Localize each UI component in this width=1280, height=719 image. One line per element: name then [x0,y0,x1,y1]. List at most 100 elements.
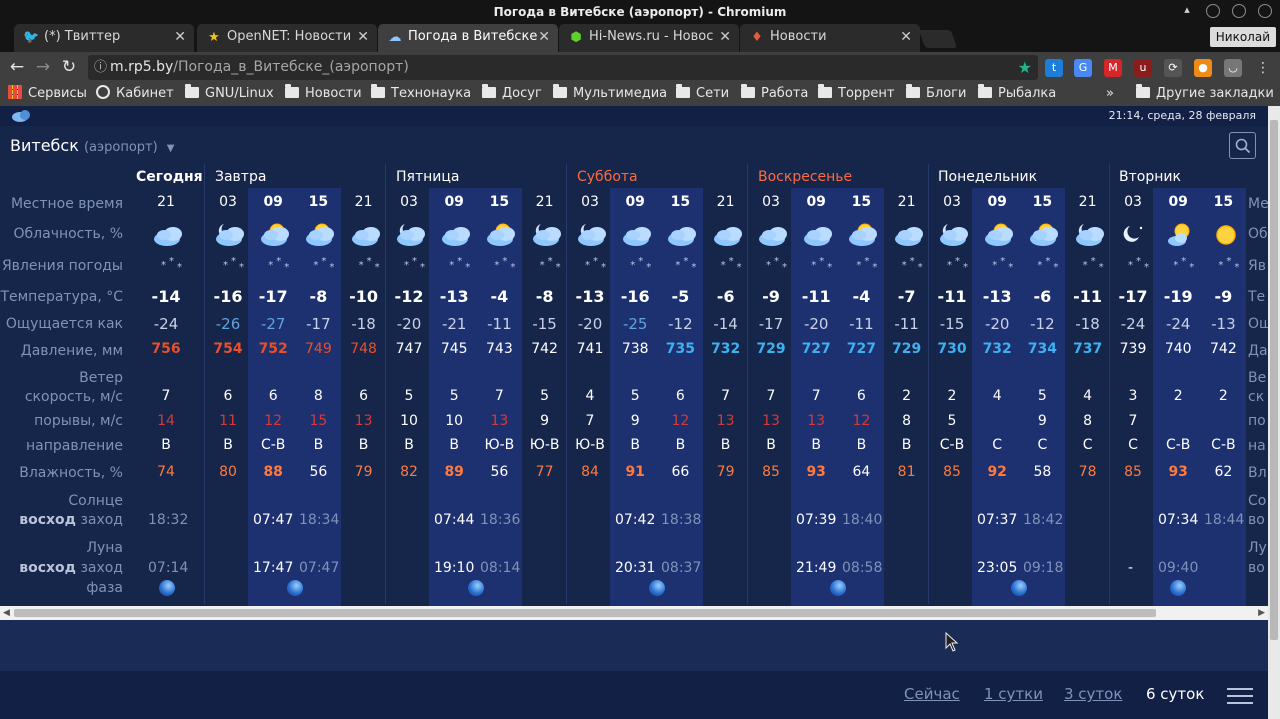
day-name[interactable]: Завтра [215,169,266,185]
page-info-icon[interactable]: ⓘ [94,55,107,80]
bookmark-star-icon[interactable]: ★ [1018,55,1032,80]
forecast-hour[interactable]: 21 [703,194,749,210]
rp5-logo-icon[interactable] [10,108,34,124]
maximize-icon[interactable] [1232,4,1246,18]
horizontal-scrollbar[interactable]: ◀ ▶ [0,606,1268,620]
label-sun-rise-set: восход заход [0,512,123,528]
city-selector[interactable]: Витебск (аэропорт) ▼ [10,136,175,155]
forecast-hour[interactable]: 09 [612,194,658,210]
night-cloudy-icon [934,220,980,250]
bookmark-folder-multimedia[interactable]: Мультимедиа [553,84,667,103]
tab-news[interactable]: ♦ Новости ✕ [740,24,920,52]
pressure-value: 727 [846,341,876,357]
moonrise-time: - [1128,560,1134,576]
day-name[interactable]: Суббота [577,169,638,185]
close-tab-icon[interactable]: ✕ [900,24,912,50]
bookmark-folder-fishing[interactable]: Рыбалка [978,84,1056,103]
forecast-hour[interactable]: 21 [1065,194,1111,210]
forecast-hour[interactable]: 03 [567,194,613,210]
day-name[interactable]: Вторник [1119,169,1181,185]
minimize-icon[interactable] [1206,4,1220,18]
tab-twitter[interactable]: 🐦 (*) Твиттер ✕ [14,24,194,52]
close-window-icon[interactable] [1258,4,1272,18]
forecast-hour[interactable]: 09 [431,194,477,210]
new-tab-button[interactable] [918,30,958,48]
bookmark-folder-other[interactable]: Другие закладки [1136,84,1274,103]
bookmark-folder-networks[interactable]: Сети [676,84,729,103]
bookmark-folder-torrent[interactable]: Торрент [818,84,894,103]
reload-icon[interactable]: ↻ [58,56,80,78]
forecast-hour[interactable]: 03 [1110,194,1156,210]
star-icon: ★ [208,30,220,45]
extension-translate-icon[interactable]: G [1074,59,1092,77]
bookmark-folder-work[interactable]: Работа [741,84,808,103]
day-name[interactable]: Воскресенье [758,169,852,185]
forecast-hour[interactable]: 03 [386,194,432,210]
forecast-hour[interactable]: 15 [657,194,703,210]
forecast-hour[interactable]: 09 [250,194,296,210]
close-tab-icon[interactable]: ✕ [174,24,186,50]
scroll-left-icon[interactable]: ◀ [3,606,10,620]
profile-button[interactable]: Николай [1209,27,1276,47]
bookmark-folder-blogs[interactable]: Блоги [906,84,966,103]
moonset-time: 07:47 [299,560,340,576]
forecast-hour[interactable]: 03 [205,194,251,210]
close-tab-icon[interactable]: ✕ [719,24,731,50]
forecast-hour[interactable]: 09 [974,194,1020,210]
link-now[interactable]: Сейчас [904,685,960,703]
wind-direction-value: В [630,437,640,453]
forecast-hour[interactable]: 03 [929,194,975,210]
tab-weather[interactable]: ☁ Погода в Витебске ✕ [378,24,558,52]
extension-ublock-icon[interactable]: u [1134,59,1152,77]
forecast-hour[interactable]: 21 [143,194,189,210]
back-icon[interactable]: ← [6,56,28,78]
day-name[interactable]: Сегодня [136,169,203,185]
forecast-hour[interactable]: 15 [1200,194,1246,210]
forecast-hour[interactable]: 15 [1019,194,1065,210]
forecast-hour[interactable]: 03 [748,194,794,210]
day-name[interactable]: Пятница [396,169,459,185]
link-1-day[interactable]: 1 сутки [984,685,1043,703]
forecast-hour[interactable]: 21 [522,194,568,210]
forecast-hour[interactable]: 21 [884,194,930,210]
bookmark-folder-technonauka[interactable]: Технонаука [371,84,471,103]
extension-sync-icon[interactable]: ⟳ [1164,59,1182,77]
link-6-days[interactable]: 6 суток [1146,685,1204,703]
forecast-hour[interactable]: 09 [793,194,839,210]
day-separator [566,164,567,604]
extension-gmail-icon[interactable]: M [1104,59,1122,77]
bookmark-folder-dosug[interactable]: Досуг [482,84,542,103]
scrollbar-thumb[interactable] [1270,120,1278,640]
search-button[interactable] [1229,132,1256,159]
menu-icon[interactable] [1227,688,1253,704]
forecast-hour[interactable]: 15 [476,194,522,210]
close-tab-icon[interactable]: ✕ [538,24,550,50]
bookmark-folder-news[interactable]: Новости [285,84,362,103]
tab-opennet[interactable]: ★ OpenNET: Новости ✕ [197,24,377,52]
close-tab-icon[interactable]: ✕ [357,24,369,50]
bookmark-apps[interactable]: Сервисы [8,85,87,103]
vertical-scrollbar[interactable] [1268,106,1280,719]
bookmarks-overflow-button[interactable]: » [1106,85,1114,103]
window-menu-icon[interactable]: ▴ [1180,4,1194,18]
forecast-hour[interactable]: 15 [295,194,341,210]
forecast-hour[interactable]: 15 [838,194,884,210]
extension-pocket-icon[interactable]: ◡ [1224,59,1242,77]
extension-fox-icon[interactable]: ● [1194,59,1212,77]
link-3-days[interactable]: 3 суток [1064,685,1122,703]
address-bar[interactable]: ⓘ m.rp5.by/Погода_в_Витебске_(аэропорт) … [88,55,1038,80]
window-controls: ▴ [1180,4,1272,18]
bookmark-cabinet[interactable]: Кабинет [96,85,174,103]
tab-hinews[interactable]: ⬢ Hi-News.ru - Новос ✕ [559,24,739,52]
bookmark-folder-gnu-linux[interactable]: GNU/Linux [185,84,274,103]
scrollbar-thumb[interactable] [14,609,1156,617]
scroll-right-icon[interactable]: ▶ [1258,606,1265,620]
menu-kebab-icon[interactable]: ⋮ [1254,59,1272,77]
forecast-hour[interactable]: 09 [1155,194,1201,210]
temperature-value: -9 [1214,287,1233,306]
forecast-hour[interactable]: 21 [341,194,387,210]
forward-icon[interactable]: → [32,56,54,78]
forecast-table[interactable]: Местное время Облачность, % Явления пого… [0,160,1268,606]
extension-twitter-icon[interactable]: t [1045,59,1063,77]
day-name[interactable]: Понедельник [938,169,1037,185]
